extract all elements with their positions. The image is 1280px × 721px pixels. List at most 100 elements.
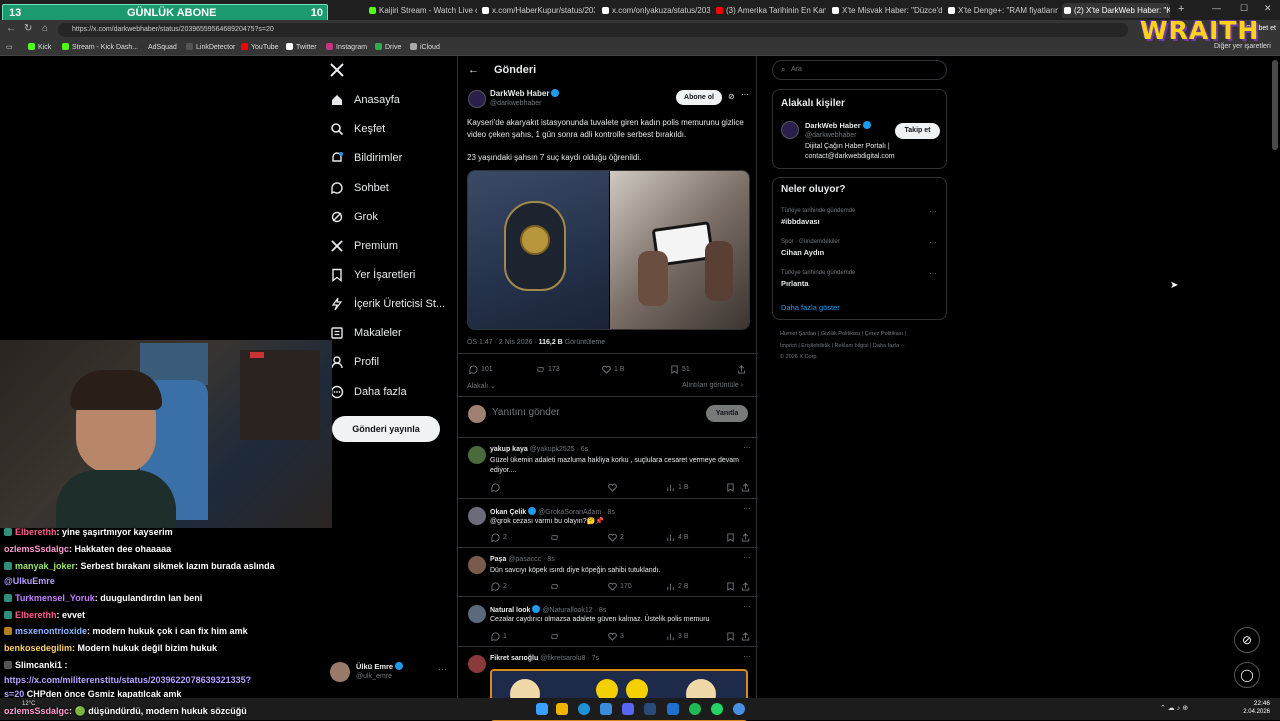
reply-author[interactable]: Paşa	[490, 556, 506, 563]
views-action[interactable]: 1 B	[666, 483, 689, 492]
trend-more-icon[interactable]: ···	[929, 207, 937, 216]
footer-links-1[interactable]: Hizmet Şartları | Gizlilik Politikası | …	[780, 331, 906, 337]
back-arrow-icon[interactable]: ←	[468, 64, 479, 76]
share-action[interactable]	[741, 632, 753, 641]
author-handle[interactable]: @darkwebhaber	[490, 100, 541, 107]
whatsapp-icon[interactable]	[711, 703, 723, 715]
views-action[interactable]: 4 B	[666, 533, 689, 542]
bookmark-action[interactable]	[726, 483, 738, 492]
nav-grok[interactable]: Grok	[330, 205, 378, 229]
reply-action[interactable]	[491, 483, 503, 492]
post-media[interactable]	[467, 170, 750, 330]
view-quotes-link[interactable]: Alıntıları görüntüle ›	[682, 382, 743, 389]
grok-floating-button[interactable]: ⊘	[1234, 627, 1260, 653]
discord-icon[interactable]	[622, 703, 634, 715]
share-action[interactable]	[737, 365, 749, 374]
trend-item[interactable]: Türkiye tarihinde gündemde Pırlanta	[781, 270, 855, 288]
tab-youtube[interactable]: (3) Amerika Tarihinin En Kanlı Li	[714, 3, 826, 18]
reply-action[interactable]: 101	[469, 365, 493, 374]
chrome-icon[interactable]	[733, 703, 745, 715]
share-action[interactable]	[741, 483, 753, 492]
trend-item[interactable]: Türkiye tarihinde gündemde #ibbdavası	[781, 208, 855, 226]
bookmark-action[interactable]	[726, 533, 738, 542]
nav-chat[interactable]: Sohbet	[330, 176, 389, 200]
views-action[interactable]: 3 B	[666, 632, 689, 641]
reply-avatar[interactable]	[468, 556, 486, 574]
grok-explain-icon[interactable]: ⊘	[728, 92, 735, 101]
clock-date[interactable]: 2.04.2026	[1232, 709, 1270, 715]
nav-creator-studio[interactable]: İçerik Üreticisi St...	[330, 292, 445, 316]
trend-more-icon[interactable]: ···	[929, 238, 937, 247]
bookmark-twitter[interactable]: Twitter	[286, 43, 317, 51]
reply-more-icon[interactable]: ···	[743, 553, 751, 562]
home-icon[interactable]: ⌂	[42, 23, 48, 34]
bookmark-action[interactable]	[726, 582, 738, 591]
app-icon[interactable]	[667, 703, 679, 715]
file-explorer-icon[interactable]	[556, 703, 568, 715]
post-more-icon[interactable]: ···	[741, 90, 749, 99]
reply-author[interactable]: yakup kaya	[490, 446, 528, 453]
share-action[interactable]	[741, 533, 753, 542]
start-icon[interactable]	[536, 703, 548, 715]
tab-kick[interactable]: Kaijiri Stream - Watch Live on Ki	[367, 3, 477, 18]
related-name[interactable]: DarkWeb Haber	[805, 121, 861, 130]
url-field[interactable]: https://x.com/darkwebhaber/status/203965…	[58, 23, 1128, 37]
reply-author[interactable]: Natural look	[490, 607, 530, 614]
close-window-icon[interactable]: ✕	[1264, 3, 1272, 14]
reply-action[interactable]: 2	[491, 582, 507, 591]
nav-home[interactable]: Anasayfa	[330, 88, 400, 112]
like-action[interactable]: 1 B	[602, 365, 625, 374]
reply-more-icon[interactable]: ···	[743, 602, 751, 611]
nav-profile[interactable]: Profil	[330, 350, 379, 374]
trend-item[interactable]: Spor · Gündemdekiler Cihan Aydın	[781, 239, 840, 257]
nav-articles[interactable]: Makaleler	[330, 321, 402, 345]
repost-action[interactable]	[550, 533, 562, 542]
reply-avatar[interactable]	[468, 605, 486, 623]
views-action[interactable]: 2 B	[666, 582, 689, 591]
page-scrollbar[interactable]	[1272, 60, 1278, 150]
reply-more-icon[interactable]: ···	[743, 504, 751, 513]
like-action[interactable]	[608, 483, 620, 492]
bookmark-action[interactable]: 51	[670, 365, 690, 374]
subscribe-button[interactable]: Abone ol	[676, 90, 722, 105]
tab-misvak[interactable]: X'te Misvak Haber: "Düzce'de g	[830, 3, 942, 18]
follow-button[interactable]: Takip et	[895, 123, 940, 139]
reply-item[interactable]: yakup kaya @yakupk2525 · 6s Güzel ükemin…	[458, 437, 758, 498]
author-avatar[interactable]	[468, 90, 486, 108]
tray-icons[interactable]: ⌃ ☁ ♪ ⊕	[1160, 704, 1188, 712]
bookmark-drive[interactable]: Drive	[375, 43, 401, 51]
repost-action[interactable]: 173	[536, 365, 560, 374]
bookmark-instagram[interactable]: Instagram	[326, 43, 367, 51]
reply-avatar[interactable]	[468, 507, 486, 525]
nav-premium[interactable]: Premium	[330, 234, 398, 258]
account-switcher[interactable]: Ülkü Emre @ulk_emre ···	[330, 660, 450, 686]
apps-icon[interactable]: ▭	[6, 43, 13, 51]
tab-denge[interactable]: X'te Denge+: "RAM fiyatlarının a	[946, 3, 1058, 18]
store-icon[interactable]	[600, 703, 612, 715]
steam-icon[interactable]	[644, 703, 656, 715]
new-tab-icon[interactable]: +	[1178, 3, 1184, 15]
post-button[interactable]: Gönderi yayınla	[332, 416, 440, 442]
tab-onlyakuza[interactable]: x.com/onlyakuza/status/20393	[600, 3, 710, 18]
minimize-icon[interactable]: —	[1212, 3, 1221, 13]
show-more-link[interactable]: Daha fazla göster	[781, 303, 840, 312]
sort-relevant[interactable]: Alakalı ⌄	[467, 382, 496, 390]
reply-avatar[interactable]	[468, 446, 486, 464]
related-avatar[interactable]	[781, 121, 799, 139]
reply-action[interactable]: 2	[491, 533, 507, 542]
reply-submit-button[interactable]: Yanıtla	[706, 405, 748, 422]
repost-action[interactable]	[550, 632, 562, 641]
account-more-icon[interactable]: ···	[438, 664, 447, 674]
footer-links-2[interactable]: Imprint | Erişilebilirlik | Reklam bilgi…	[780, 343, 906, 349]
reply-action[interactable]: 1	[491, 632, 507, 641]
reply-item[interactable]: Okan Çelik @GrokaSoranAdam · 8s @grok ce…	[458, 498, 758, 547]
messages-floating-button[interactable]: ◯	[1234, 662, 1260, 688]
bookmark-adsquad[interactable]: AdSquad	[138, 43, 177, 51]
nav-explore[interactable]: Keşfet	[330, 117, 385, 141]
like-action[interactable]: 3	[608, 632, 624, 641]
reply-input[interactable]: Yanıtını gönder	[492, 407, 560, 418]
x-logo-icon[interactable]	[330, 63, 344, 77]
bookmark-linkdetector[interactable]: LinkDetector	[186, 43, 235, 51]
reply-item[interactable]: Paşa @pasaccc · 8s Dün savcıyı köpek ısı…	[458, 547, 758, 596]
bookmark-youtube[interactable]: YouTube	[241, 43, 279, 51]
